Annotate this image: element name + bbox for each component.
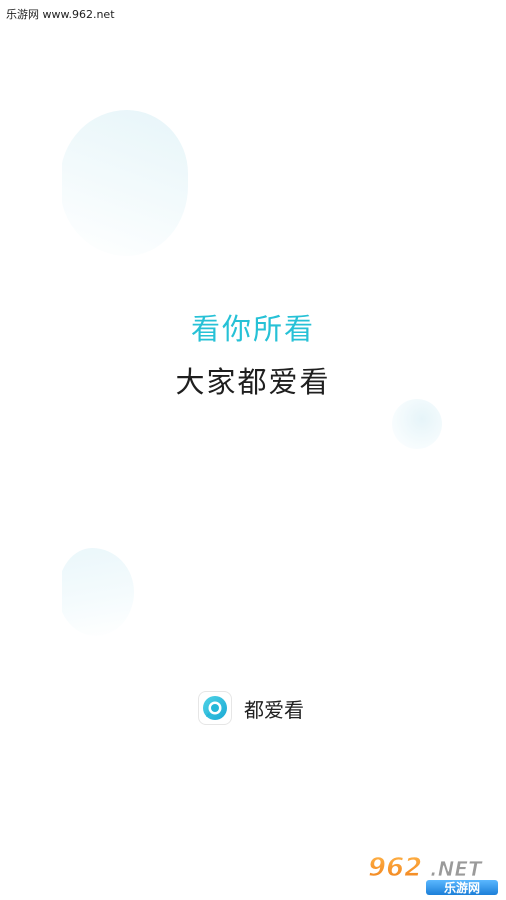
watermark-top: 乐游网 www.962.net <box>6 8 115 21</box>
watermark-number: 962 <box>368 853 422 883</box>
decorative-bubble-right <box>392 399 442 449</box>
watermark-suffix: .NET <box>430 857 483 881</box>
brand-lockup: 都爱看 <box>198 690 304 726</box>
slogan-line-2: 大家都爱看 <box>175 365 331 399</box>
watermark-962-logo: 962 .NET 乐游网 <box>366 850 500 896</box>
watermark-caption: 乐游网 <box>444 880 480 895</box>
decorative-bubble-top-left <box>60 110 188 256</box>
decorative-bubble-bottom-left <box>58 548 134 636</box>
brand-name: 都爱看 <box>244 697 304 722</box>
slogan-line-1: 看你所看 <box>190 312 315 346</box>
eye-logo-icon <box>198 691 232 725</box>
